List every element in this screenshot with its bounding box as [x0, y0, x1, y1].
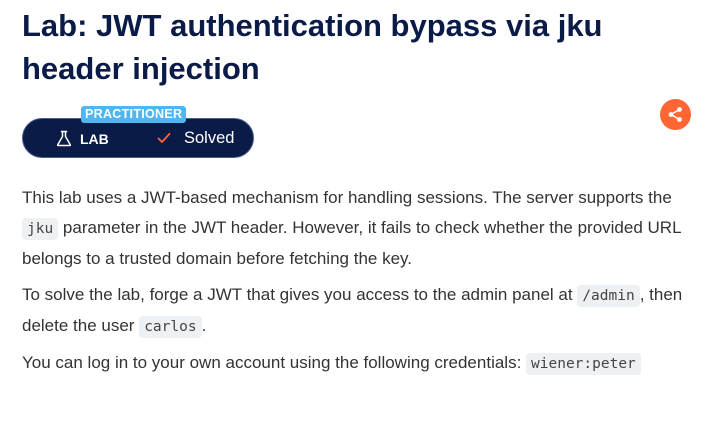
inline-code-username: carlos [139, 316, 202, 338]
lab-type-label: LAB [80, 131, 109, 147]
share-icon [668, 107, 682, 122]
description-text: . [201, 316, 207, 335]
description-text: You can log in to your own account using… [22, 353, 527, 372]
description-paragraph: You can log in to your own account using… [22, 348, 702, 379]
flask-icon [56, 130, 72, 147]
lab-status-badge: LAB Solved [22, 118, 254, 158]
inline-code-credentials: wiener:peter [526, 353, 641, 375]
inline-code-admin-path: /admin [577, 285, 640, 307]
page-title: Lab: JWT authentication bypass via jku h… [22, 8, 603, 86]
inline-code-jku: jku [22, 218, 59, 240]
description-text: To solve the lab, forge a JWT that gives… [22, 285, 578, 304]
lab-status-text: Solved [184, 129, 235, 147]
description-text: parameter in the JWT header. However, it… [22, 218, 681, 268]
description-paragraph: To solve the lab, forge a JWT that gives… [22, 280, 702, 342]
lab-description: This lab uses a JWT-based mechanism for … [22, 183, 702, 385]
share-button[interactable] [660, 99, 691, 130]
difficulty-level-label: PRACTITIONER [81, 106, 187, 123]
description-paragraph: This lab uses a JWT-based mechanism for … [22, 183, 702, 274]
description-text: This lab uses a JWT-based mechanism for … [22, 188, 672, 207]
checkmark-icon [157, 132, 171, 143]
